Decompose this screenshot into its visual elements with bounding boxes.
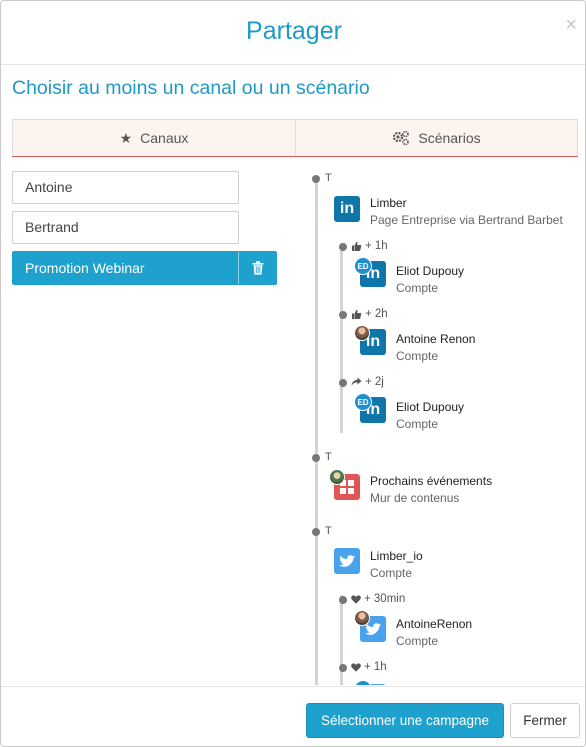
- action-subtitle: Compte: [396, 417, 439, 431]
- channel-subtitle: Page Entreprise via Bertrand Barbet: [370, 213, 563, 227]
- timeline-dot: [312, 528, 320, 536]
- heart-icon: [351, 594, 361, 604]
- tab-scenarios-label: Scénarios: [418, 130, 481, 146]
- action-subtitle: Compte: [396, 634, 439, 648]
- channel-title: Limber: [370, 196, 407, 210]
- linkedin-icon: in: [334, 196, 360, 222]
- tab-bar: ★ Canaux Scénarios: [12, 119, 578, 157]
- thumbs-up-icon: [352, 241, 362, 251]
- avatar: ED: [354, 680, 372, 685]
- scenario-timeline: T in Limber Page Entreprise via Bertrand…: [306, 169, 581, 685]
- action-dot: [339, 596, 347, 604]
- channel-subtitle: Compte: [370, 566, 413, 580]
- select-campaign-button[interactable]: Sélectionner une campagne: [306, 703, 504, 738]
- modal-footer: Sélectionner une campagne Fermer: [1, 686, 585, 746]
- action-line: [340, 243, 343, 433]
- channel-title: Prochains événements: [370, 474, 493, 488]
- action-title: Eliot Dupouy: [396, 400, 465, 414]
- star-icon: ★: [119, 129, 133, 146]
- tab-canaux-label: Canaux: [140, 130, 189, 146]
- avatar: [329, 469, 345, 485]
- action-dot: [339, 243, 347, 251]
- avatar: [354, 325, 370, 341]
- timeline-marker: T: [325, 451, 332, 463]
- avatar: ED: [354, 257, 372, 275]
- action-title: AntoineRenon: [396, 617, 473, 631]
- heart-icon: [351, 662, 361, 672]
- action-subtitle: Compte: [396, 281, 439, 295]
- timeline-line: [315, 177, 318, 685]
- timeline-dot: [312, 454, 320, 462]
- channel-subtitle: Mur de contenus: [370, 491, 460, 505]
- share-modal: Partager × Choisir au moins un canal ou …: [0, 0, 586, 747]
- share-icon: [351, 377, 362, 386]
- timeline-marker: T: [325, 172, 332, 184]
- trash-icon[interactable]: [238, 252, 276, 284]
- scenario-item-antoine[interactable]: Antoine: [12, 171, 239, 204]
- modal-title: Partager: [246, 17, 342, 45]
- channel-title: Limber_io: [370, 549, 423, 563]
- tab-canaux[interactable]: ★ Canaux: [12, 119, 295, 156]
- modal-header: Partager ×: [1, 1, 585, 65]
- action-delay: + 2h: [351, 308, 388, 320]
- avatar: [354, 610, 370, 626]
- action-delay: + 1h: [351, 240, 388, 252]
- action-dot: [339, 664, 347, 672]
- action-dot: [339, 311, 347, 319]
- timeline-dot: [312, 175, 320, 183]
- gears-icon: [393, 130, 410, 146]
- close-button[interactable]: Fermer: [510, 703, 580, 738]
- thumbs-up-icon: [352, 309, 362, 319]
- avatar: ED: [354, 393, 372, 411]
- scenario-item-promotion-webinar[interactable]: Promotion Webinar: [12, 251, 277, 285]
- timeline-marker: T: [325, 525, 332, 537]
- action-delay: + 1h: [351, 661, 387, 673]
- scenario-item-label: Promotion Webinar: [25, 260, 145, 276]
- action-title: Eliot Dupouy: [396, 264, 465, 278]
- action-subtitle: Compte: [396, 349, 439, 363]
- scenario-item-bertrand[interactable]: Bertrand: [12, 211, 239, 244]
- action-delay: + 2j: [351, 376, 384, 388]
- action-dot: [339, 379, 347, 387]
- close-icon[interactable]: ×: [565, 15, 577, 35]
- twitter-icon: [334, 548, 360, 574]
- tab-scenarios[interactable]: Scénarios: [295, 119, 578, 156]
- action-title: Antoine Renon: [396, 332, 476, 346]
- section-subtitle: Choisir au moins un canal ou un scénario: [12, 77, 370, 99]
- action-delay: + 30min: [351, 593, 405, 605]
